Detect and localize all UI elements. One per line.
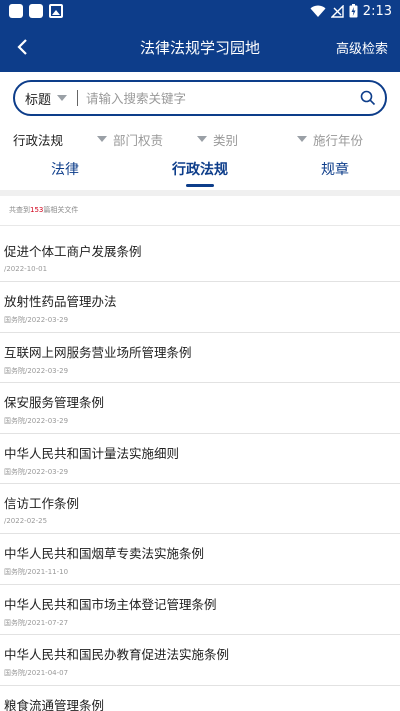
- notification-icons: [9, 4, 63, 18]
- item-title: 中华人民共和国市场主体登记管理条例: [4, 596, 217, 612]
- list-item[interactable]: 互联网上网服务营业场所管理条例国务院/2022-03-29: [0, 333, 400, 384]
- app-notification-icon: [9, 4, 23, 18]
- tab-law[interactable]: 法律: [0, 154, 130, 190]
- list-item[interactable]: 中华人民共和国计量法实施细则国务院/2022-03-29: [0, 434, 400, 484]
- search-type-dropdown[interactable]: 标题: [25, 89, 68, 108]
- result-count: 共查到153篇相关文件: [0, 196, 400, 226]
- item-meta: /2022-10-01: [4, 265, 48, 273]
- result-count-number: 153: [30, 206, 44, 214]
- tab-rules[interactable]: 规章: [270, 154, 400, 190]
- item-meta: 国务院/2021-07-27: [4, 618, 69, 627]
- item-meta: 国务院/2022-03-29: [4, 467, 69, 476]
- app-bar: 法律法规学习园地 高级检索: [0, 22, 400, 72]
- list-item[interactable]: 中华人民共和国烟草专卖法实施条例国务院/2021-11-10: [0, 534, 400, 585]
- clock: 2:13: [362, 3, 392, 19]
- list-item[interactable]: 信访工作条例/2022-02-25: [0, 484, 400, 535]
- app-notification-icon: [29, 4, 43, 18]
- search-divider: [77, 90, 79, 106]
- list-item[interactable]: 中华人民共和国市场主体登记管理条例国务院/2021-07-27: [0, 585, 400, 636]
- category-tabs: 法律 行政法规 规章: [0, 154, 400, 190]
- item-title: 信访工作条例: [4, 495, 80, 511]
- item-meta: 国务院/2021-11-10: [4, 568, 69, 577]
- filter-label: 类别: [213, 132, 239, 148]
- item-meta: /2022-02-25: [4, 516, 48, 525]
- list-item[interactable]: 促进个体工商户发展条例/2022-10-01: [0, 232, 400, 283]
- filter-year[interactable]: 施行年份: [297, 130, 397, 149]
- search-area: 标题: [0, 72, 400, 124]
- item-meta: 国务院/2022-03-29: [4, 366, 69, 375]
- chevron-down-icon: [197, 136, 207, 142]
- filter-label: 行政法规: [13, 132, 64, 148]
- item-title: 互联网上网服务营业场所管理条例: [4, 344, 192, 360]
- search-bar: 标题: [13, 80, 387, 116]
- search-icon[interactable]: [359, 89, 377, 107]
- document-list: 促进个体工商户发展条例/2022-10-01 放射性药品管理办法国务院/2022…: [0, 232, 400, 711]
- image-notification-icon: [49, 4, 63, 18]
- filter-category-type[interactable]: 行政法规: [13, 130, 97, 149]
- status-bar: 2:13: [0, 0, 400, 22]
- filter-bar: 行政法规 部门权责 类别 施行年份: [0, 124, 400, 154]
- no-signal-icon: [330, 4, 344, 18]
- item-meta: 国务院/2021-04-07: [4, 669, 69, 678]
- list-item[interactable]: 中华人民共和国民办教育促进法实施条例国务院/2021-04-07: [0, 635, 400, 686]
- back-arrow-icon[interactable]: [14, 36, 34, 58]
- item-title: 中华人民共和国烟草专卖法实施条例: [4, 546, 205, 562]
- filter-label: 施行年份: [313, 132, 364, 148]
- battery-charging-icon: [349, 4, 358, 18]
- search-input[interactable]: [86, 90, 359, 106]
- tab-administrative-regulations[interactable]: 行政法规: [130, 154, 270, 190]
- list-item[interactable]: 放射性药品管理办法国务院/2022-03-29: [0, 282, 400, 333]
- filter-label: 部门权责: [113, 132, 164, 148]
- item-title: 促进个体工商户发展条例: [4, 244, 142, 259]
- item-meta: 国务院/2022-03-29: [4, 316, 69, 325]
- filter-department[interactable]: 部门权责: [97, 130, 197, 149]
- list-item[interactable]: 保安服务管理条例国务院/2022-03-29: [0, 383, 400, 434]
- wifi-icon: [310, 5, 326, 17]
- item-title: 中华人民共和国计量法实施细则: [4, 445, 180, 461]
- chevron-down-icon: [297, 136, 307, 142]
- chevron-down-icon: [57, 95, 68, 101]
- advanced-search-button[interactable]: 高级检索: [336, 38, 388, 57]
- system-icons: 2:13: [310, 4, 392, 19]
- search-type-label: 标题: [25, 92, 52, 108]
- item-title: 放射性药品管理办法: [4, 294, 117, 310]
- item-title: 中华人民共和国民办教育促进法实施条例: [4, 647, 230, 663]
- item-meta: 国务院/2022-03-29: [4, 417, 69, 426]
- list-item[interactable]: 粮食流通管理条例: [0, 686, 400, 711]
- item-title: 粮食流通管理条例: [4, 697, 105, 711]
- chevron-down-icon: [97, 136, 107, 142]
- item-title: 保安服务管理条例: [4, 395, 105, 411]
- filter-type[interactable]: 类别: [197, 130, 297, 149]
